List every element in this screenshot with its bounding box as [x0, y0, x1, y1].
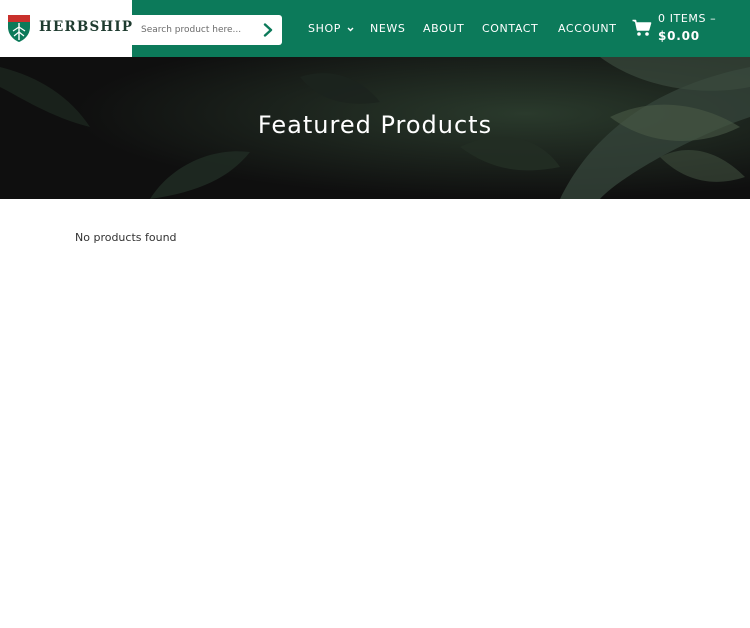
search-box: [132, 15, 282, 45]
nav-contact[interactable]: CONTACT: [482, 22, 538, 35]
nav-news[interactable]: NEWS: [370, 22, 405, 35]
nav-contact-label: CONTACT: [482, 22, 539, 35]
cart-items-count[interactable]: 0 ITEMS –: [658, 12, 716, 25]
search-submit-button[interactable]: [256, 15, 280, 45]
nav-shop[interactable]: SHOP: [308, 22, 354, 35]
nav-shop-label: SHOP: [308, 22, 341, 35]
nav-account[interactable]: ACCOUNT: [558, 22, 617, 35]
nav-about[interactable]: ABOUT: [423, 22, 464, 35]
nav-about-label: ABOUT: [423, 22, 465, 35]
nav-news-label: NEWS: [370, 22, 406, 35]
site-header: HERBSHIP SHOP NEWS ABOUT CONTACT ACCOUNT…: [0, 0, 750, 57]
page-title: Featured Products: [257, 111, 493, 139]
chevron-down-icon: [347, 27, 354, 31]
logo[interactable]: HERBSHIP: [0, 0, 132, 57]
cart-icon[interactable]: [632, 19, 652, 37]
chevron-right-icon: [263, 23, 273, 37]
empty-products-message: No products found: [75, 231, 177, 244]
nav-account-label: ACCOUNT: [558, 22, 617, 35]
cart-total[interactable]: $0.00: [658, 29, 700, 43]
brand-name: HERBSHIP: [39, 19, 134, 35]
shield-icon: [8, 15, 30, 42]
hero-banner: Featured Products: [0, 57, 750, 199]
search-input[interactable]: [132, 15, 254, 45]
